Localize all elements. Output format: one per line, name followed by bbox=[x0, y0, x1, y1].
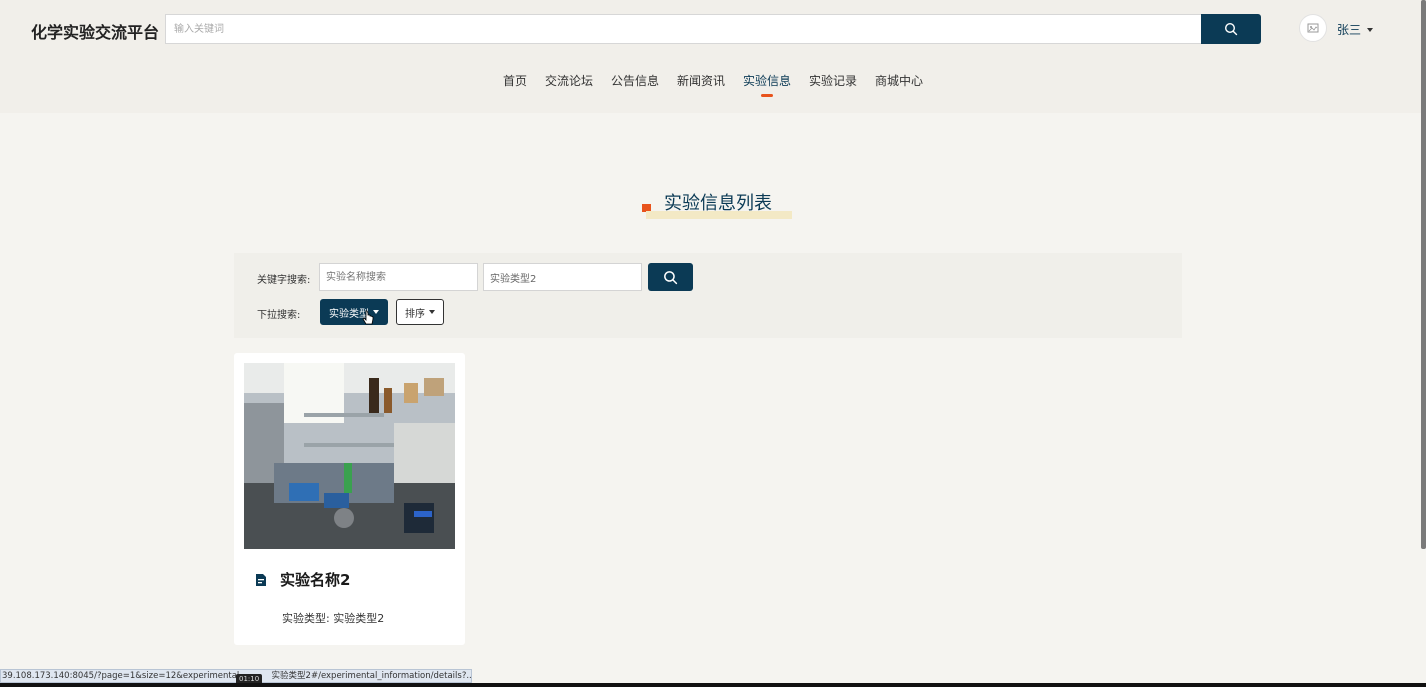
nav-item-home[interactable]: 首页 bbox=[503, 72, 527, 89]
experiment-card[interactable]: 实验名称2 实验类型: 实验类型2 bbox=[234, 353, 465, 645]
page-title: 实验信息列表 bbox=[664, 193, 772, 214]
global-search-input[interactable] bbox=[165, 14, 1202, 44]
nav-item-news[interactable]: 新闻资讯 bbox=[677, 72, 725, 89]
keyword-search-label: 关键字搜索: bbox=[257, 275, 311, 286]
filter-panel: 关键字搜索: 下拉搜索: 实验类型 排序 bbox=[234, 253, 1182, 338]
card-title[interactable]: 实验名称2 bbox=[254, 569, 350, 590]
search-icon bbox=[664, 270, 678, 284]
document-icon bbox=[256, 573, 266, 586]
status-url: 39.108.173.140:8045/?page=1&size=12&expe… bbox=[2, 671, 244, 681]
global-search-button[interactable] bbox=[1201, 14, 1261, 44]
sort-dropdown[interactable]: 排序 bbox=[396, 299, 444, 325]
filter-search-button[interactable] bbox=[648, 263, 693, 291]
nav-item-forum[interactable]: 交流论坛 bbox=[545, 72, 593, 89]
username: 张三 bbox=[1337, 23, 1362, 37]
chevron-down-icon bbox=[1367, 27, 1374, 32]
nav-item-experiment-info[interactable]: 实验信息 bbox=[743, 72, 791, 89]
nav-item-mall[interactable]: 商城中心 bbox=[875, 72, 923, 89]
mouse-pointer-icon bbox=[362, 310, 374, 330]
video-progress-bar bbox=[0, 683, 1426, 687]
status-url-tail: 实验类型2#/experimental_information/details?… bbox=[271, 671, 472, 681]
user-menu[interactable]: 张三 bbox=[1337, 21, 1374, 38]
search-icon bbox=[1224, 22, 1238, 36]
nav-item-experiment-records[interactable]: 实验记录 bbox=[809, 72, 857, 89]
dropdown-search-label: 下拉搜索: bbox=[257, 310, 301, 321]
nav-item-announcements[interactable]: 公告信息 bbox=[611, 72, 659, 89]
section-title: 实验信息列表 bbox=[0, 189, 1426, 219]
broken-image-icon bbox=[1307, 23, 1319, 33]
site-brand[interactable]: 化学实验交流平台 bbox=[31, 19, 159, 43]
site-header: 化学实验交流平台 张三 首页 交流论坛 公告信息 新闻资讯 实验信息 实验记录 … bbox=[0, 0, 1426, 113]
chevron-down-icon bbox=[429, 310, 435, 314]
experiment-type-dropdown[interactable]: 实验类型 bbox=[320, 299, 388, 325]
page-scrollbar[interactable] bbox=[1421, 0, 1426, 549]
experiment-image[interactable] bbox=[244, 363, 455, 549]
main-nav: 首页 交流论坛 公告信息 新闻资讯 实验信息 实验记录 商城中心 bbox=[0, 72, 1426, 89]
sort-dropdown-label: 排序 bbox=[405, 308, 425, 320]
card-title-text: 实验名称2 bbox=[280, 571, 351, 589]
card-meta: 实验类型: 实验类型2 bbox=[282, 612, 385, 625]
experiment-type-search-input[interactable] bbox=[483, 263, 642, 291]
avatar[interactable] bbox=[1299, 14, 1327, 42]
experiment-name-search-input[interactable] bbox=[319, 263, 478, 291]
